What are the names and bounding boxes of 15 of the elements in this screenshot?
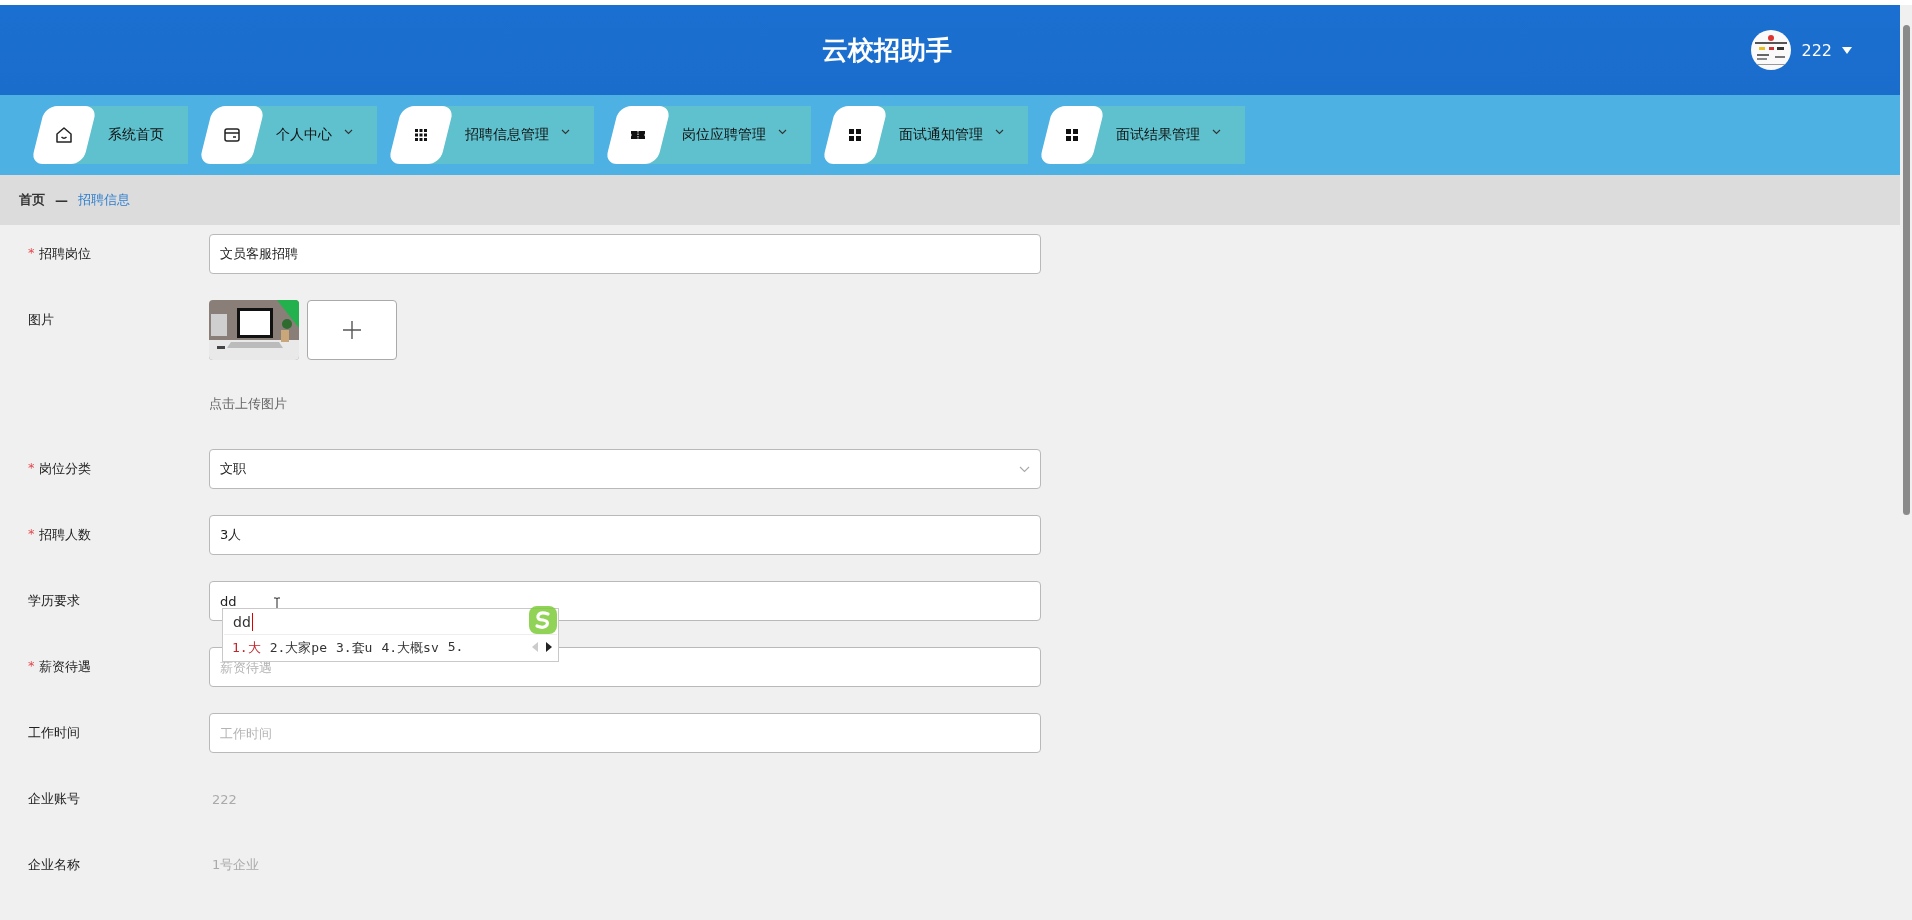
field-label: * 招聘人数 xyxy=(28,526,91,544)
field-label: 学历要求 xyxy=(28,592,80,610)
ime-composition: dd xyxy=(233,613,253,631)
field-label: 图片 xyxy=(28,311,54,329)
upload-hint: 点击上传图片 xyxy=(209,395,288,413)
breadcrumb-separator: — xyxy=(55,192,68,208)
field-label: * 薪资待遇 xyxy=(28,658,91,676)
field-label: * 招聘岗位 xyxy=(28,245,91,263)
app-title: 云校招助手 xyxy=(822,33,952,67)
field-label: 企业账号 xyxy=(28,790,80,808)
field-label: 工作时间 xyxy=(28,724,80,742)
field-value: 222 xyxy=(211,790,238,809)
field-label: 企业名称 xyxy=(28,856,80,874)
field-value: 1号企业 xyxy=(211,856,261,874)
field-label: * 岗位分类 xyxy=(28,460,91,478)
